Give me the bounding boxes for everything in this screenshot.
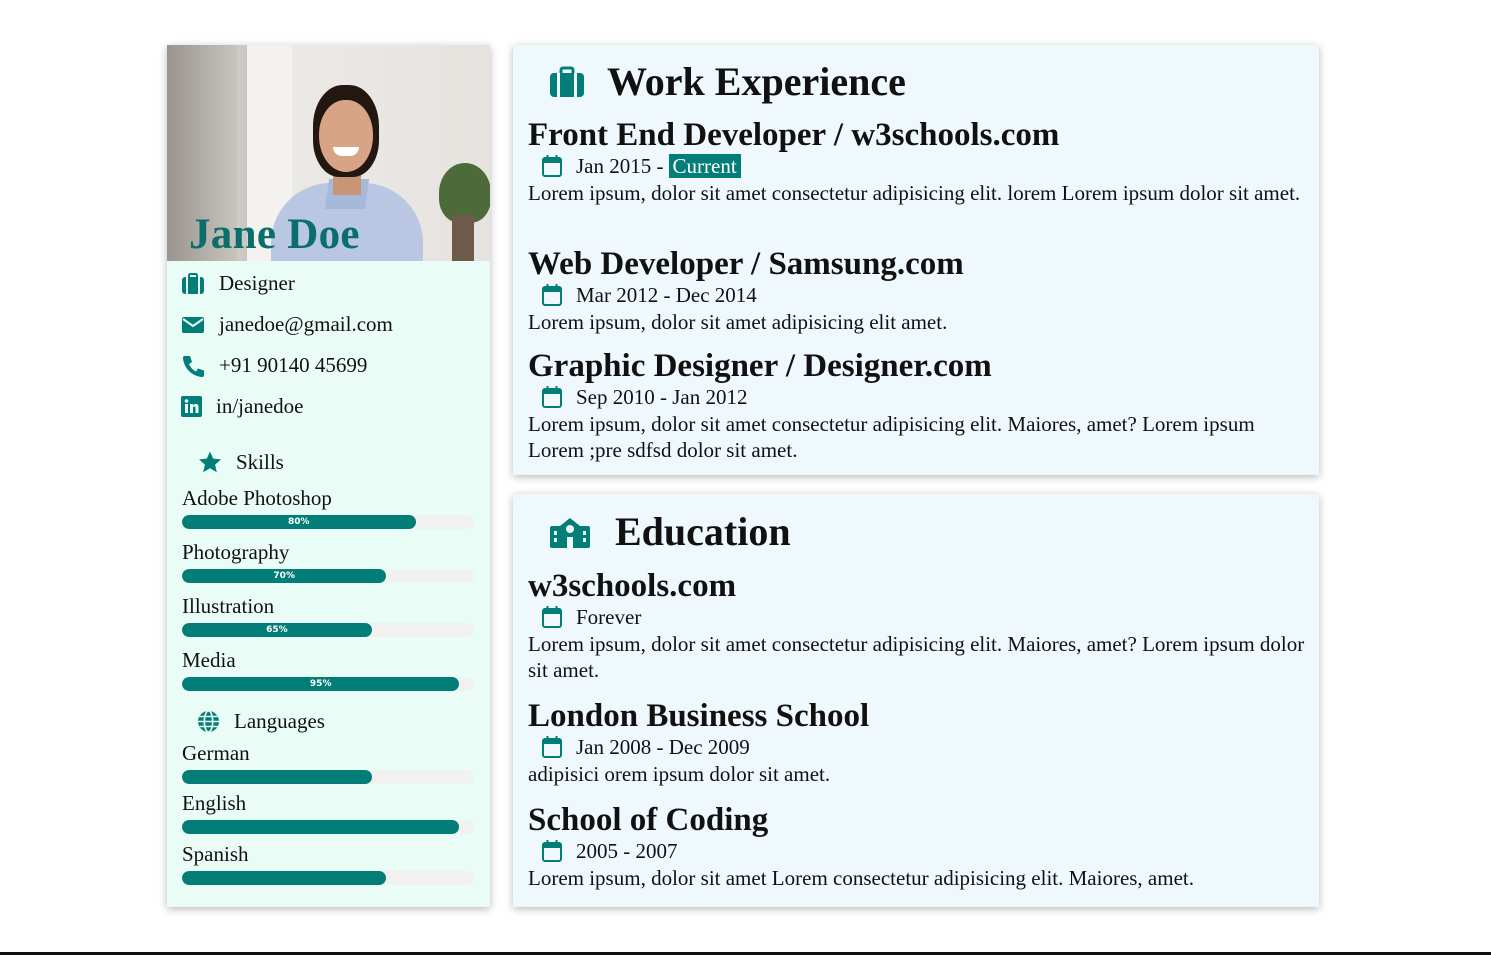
- skill-bar: 70%: [182, 569, 474, 583]
- education-title: Education: [615, 509, 791, 554]
- calendar-icon: [542, 155, 562, 177]
- education-entry-dates: Forever: [542, 605, 1307, 629]
- briefcase-icon: [181, 272, 205, 295]
- education-entry-description: adipisici orem ipsum dolor sit amet.: [528, 762, 831, 786]
- skill-bar-fill: 65%: [182, 623, 372, 637]
- profile-name: Jane Doe: [189, 211, 360, 258]
- education-entry: School of Coding 2005 - 2007 Lorem ipsum…: [528, 802, 1307, 891]
- skill-bar: 95%: [182, 677, 474, 691]
- language-bar: [182, 770, 474, 784]
- calendar-icon: [542, 386, 562, 408]
- skill-label: Media: [182, 648, 236, 672]
- current-badge: Current: [668, 154, 741, 178]
- education-entry-date-text: Jan 2008 - Dec 2009: [576, 735, 750, 759]
- work-entry-dates: Mar 2012 - Dec 2014: [542, 283, 1307, 307]
- work-entry-description: Lorem ipsum, dolor sit amet consectetur …: [528, 181, 1301, 205]
- work-entry-description: Lorem ipsum, dolor sit amet consectetur …: [528, 412, 1255, 462]
- language-label: German: [182, 741, 250, 765]
- language-bar: [182, 871, 474, 885]
- education-card: Education w3schools.com Forever Lorem ip…: [513, 494, 1319, 907]
- skill-bar: 65%: [182, 623, 474, 637]
- skill-label: Adobe Photoshop: [182, 486, 332, 510]
- work-entry-date-text: Sep 2010 - Jan 2012: [576, 385, 748, 409]
- education-entry-date-text: 2005 - 2007: [576, 839, 678, 863]
- envelope-icon: [181, 314, 205, 336]
- skill-bar-fill: 70%: [182, 569, 387, 583]
- education-entry-title: London Business School: [528, 698, 870, 734]
- briefcase-icon: [549, 66, 585, 98]
- skills-heading: Skills: [198, 450, 284, 475]
- education-entry-dates: 2005 - 2007: [542, 839, 1307, 863]
- work-entry-title: Web Developer / Samsung.com: [528, 246, 964, 282]
- calendar-icon: [542, 284, 562, 306]
- work-entry-description: Lorem ipsum, dolor sit amet adipisicing …: [528, 310, 948, 334]
- linkedin-row: in/janedoe: [181, 394, 303, 419]
- calendar-icon: [542, 736, 562, 758]
- language-label: English: [182, 791, 247, 815]
- education-entry-title: School of Coding: [528, 802, 769, 838]
- star-icon: [198, 451, 222, 474]
- job-title-row: Designer: [181, 271, 295, 296]
- language-bar-fill: [182, 770, 372, 784]
- linkedin-text[interactable]: in/janedoe: [216, 394, 303, 419]
- skill-bar-fill: 80%: [182, 515, 416, 529]
- work-experience-card: Work Experience Front End Developer / w3…: [513, 45, 1319, 475]
- phone-row: +91 90140 45699: [181, 353, 367, 378]
- work-experience-title: Work Experience: [607, 59, 906, 104]
- education-entry-description: Lorem ipsum, dolor sit amet consectetur …: [528, 632, 1305, 682]
- education-entry: w3schools.com Forever Lorem ipsum, dolor…: [528, 568, 1307, 683]
- school-icon: [549, 516, 591, 548]
- skill-bar: 80%: [182, 515, 474, 529]
- globe-icon: [197, 710, 220, 733]
- calendar-icon: [542, 840, 562, 862]
- work-entry-dates: Sep 2010 - Jan 2012: [542, 385, 1307, 409]
- languages-heading-label: Languages: [234, 709, 325, 733]
- education-entry: London Business School Jan 2008 - Dec 20…: [528, 698, 1307, 787]
- education-entry-dates: Jan 2008 - Dec 2009: [542, 735, 1307, 759]
- language-bar-fill: [182, 871, 387, 885]
- calendar-icon: [542, 606, 562, 628]
- profile-photo: Jane Doe: [167, 45, 490, 261]
- language-bar: [182, 820, 474, 834]
- phone-icon: [181, 355, 205, 377]
- work-entry: Front End Developer / w3schools.com Jan …: [528, 117, 1307, 206]
- work-entry: Graphic Designer / Designer.com Sep 2010…: [528, 348, 1307, 463]
- skill-label: Photography: [182, 540, 290, 564]
- education-entry-title: w3schools.com: [528, 568, 737, 604]
- phone-text[interactable]: +91 90140 45699: [219, 353, 367, 378]
- education-heading: Education: [549, 510, 791, 554]
- work-entry: Web Developer / Samsung.com Mar 2012 - D…: [528, 246, 1307, 335]
- languages-heading: Languages: [197, 709, 325, 734]
- skill-bar-fill: 95%: [182, 677, 460, 691]
- email-row: janedoe@gmail.com: [181, 312, 393, 337]
- education-entry-description: Lorem ipsum, dolor sit amet Lorem consec…: [528, 866, 1194, 890]
- email-text[interactable]: janedoe@gmail.com: [219, 312, 393, 337]
- job-title: Designer: [219, 271, 295, 295]
- work-entry-date-text: Mar 2012 - Dec 2014: [576, 283, 757, 307]
- language-bar-fill: [182, 820, 460, 834]
- work-entry-dates: Jan 2015 - Current: [542, 154, 1307, 178]
- work-experience-heading: Work Experience: [549, 60, 906, 104]
- skill-label: Illustration: [182, 594, 275, 618]
- work-entry-title: Graphic Designer / Designer.com: [528, 348, 992, 384]
- skills-heading-label: Skills: [236, 450, 284, 474]
- profile-card: Jane Doe Designer janedoe@gmail.com +91 …: [167, 45, 490, 907]
- work-entry-date-text: Jan 2015 -: [576, 154, 664, 178]
- linkedin-icon: [181, 395, 203, 418]
- work-entry-title: Front End Developer / w3schools.com: [528, 117, 1060, 153]
- education-entry-date-text: Forever: [576, 605, 642, 629]
- language-label: Spanish: [182, 842, 249, 866]
